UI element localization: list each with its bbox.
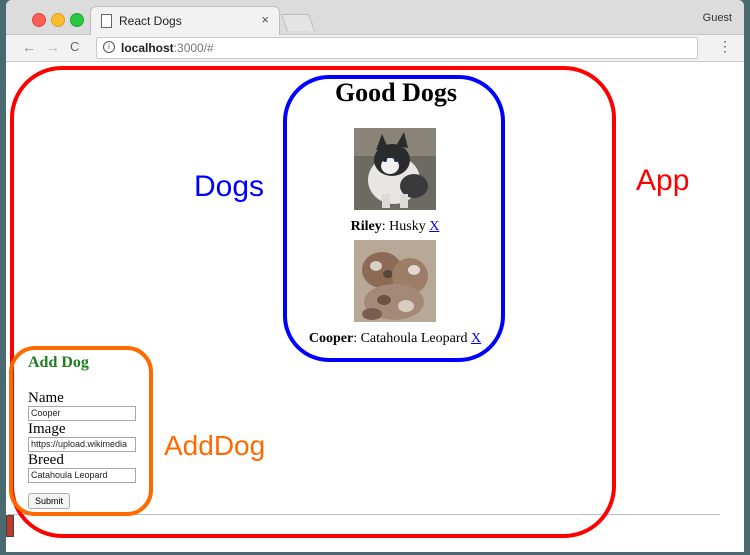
url-text: localhost:3000/# — [121, 41, 214, 55]
zoom-window-button[interactable] — [70, 13, 84, 27]
address-bar[interactable]: i localhost:3000/# — [96, 37, 698, 59]
back-icon[interactable]: ← — [22, 39, 36, 55]
browser-toolbar: ← → C i localhost:3000/# ⋮ — [6, 35, 744, 62]
url-host: localhost — [121, 41, 174, 55]
new-tab-button[interactable] — [280, 14, 316, 31]
add-dog-component-frame — [9, 346, 153, 516]
tab-react-dogs[interactable]: React Dogs × — [90, 6, 280, 35]
add-dog-annotation-label: AddDog — [164, 430, 266, 461]
title-bar: React Dogs × Guest — [6, 0, 744, 35]
dock-item-icon — [6, 515, 14, 537]
forward-icon[interactable]: → — [46, 39, 60, 55]
menu-icon[interactable]: ⋮ — [718, 38, 732, 55]
page-icon — [101, 14, 112, 28]
profile-label[interactable]: Guest — [703, 12, 732, 24]
tab-close-icon[interactable]: × — [261, 12, 269, 27]
close-window-button[interactable] — [32, 13, 46, 27]
app-annotation-label: App — [636, 164, 690, 197]
tab-title: React Dogs — [119, 14, 182, 28]
reload-icon[interactable]: C — [70, 39, 79, 54]
dogs-annotation-label: Dogs — [194, 170, 265, 203]
info-icon[interactable]: i — [103, 41, 115, 53]
url-path: :3000/# — [173, 41, 214, 55]
dogs-component-frame — [283, 75, 505, 362]
minimize-window-button[interactable] — [51, 13, 65, 27]
